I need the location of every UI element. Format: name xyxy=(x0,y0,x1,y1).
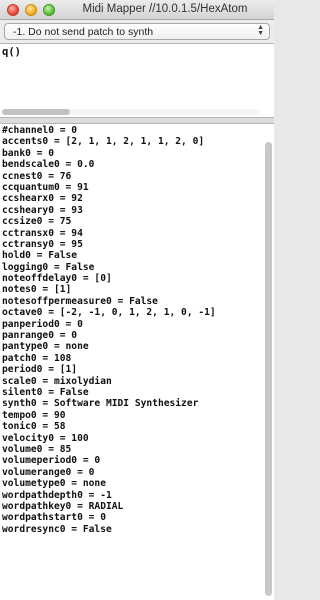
output-line: tonic0 = 58 xyxy=(2,421,66,433)
output-line: hold0 = False xyxy=(2,250,78,262)
output-line: panperiod0 = 0 xyxy=(2,318,83,330)
output-line: scale0 = mixolydian xyxy=(2,375,112,387)
updown-arrows-icon: ▲ ▼ xyxy=(257,24,264,37)
output-line: period0 = [1] xyxy=(2,364,78,376)
command-editor[interactable]: q() xyxy=(0,43,274,118)
output-line: wordpathdepth0 = -1 xyxy=(2,489,112,501)
output-line: logging0 = False xyxy=(2,261,95,273)
output-line: patch0 = 108 xyxy=(2,352,72,364)
dropdown-selected-value: -1. Do not send patch to synth xyxy=(13,26,154,38)
output-line: notesoffpermeasure0 = False xyxy=(2,295,158,307)
minimize-window-button[interactable] xyxy=(25,4,37,16)
output-line: velocity0 = 100 xyxy=(2,432,89,444)
output-line: cctransy0 = 95 xyxy=(2,238,83,250)
output-line: tempo0 = 90 xyxy=(2,409,66,421)
output-pane[interactable]: #channel0 = 0 accents0 = [2, 1, 1, 2, 1, … xyxy=(0,123,274,600)
output-line: silent0 = False xyxy=(2,386,89,398)
output-line: bendscale0 = 0.0 xyxy=(2,159,95,171)
title-bar[interactable]: Midi Mapper //10.0.1.5/HexAtom xyxy=(0,0,274,20)
output-line: ccnest0 = 76 xyxy=(2,170,72,182)
editor-horizontal-scrollbar[interactable] xyxy=(2,109,260,115)
output-line: ccsheary0 = 93 xyxy=(2,204,83,216)
output-line: wordresync0 = False xyxy=(2,523,112,535)
output-line: noteoffdelay0 = [0] xyxy=(2,273,112,285)
output-line: ccquantum0 = 91 xyxy=(2,181,89,193)
output-line: wordpathstart0 = 0 xyxy=(2,512,106,524)
output-line: volumetype0 = none xyxy=(2,478,106,490)
output-line: pantype0 = none xyxy=(2,341,89,353)
output-line: octave0 = [-2, -1, 0, 1, 2, 1, 0, -1] xyxy=(2,307,216,319)
editor-scroll-thumb[interactable] xyxy=(2,109,70,115)
output-line: #channel0 = 0 xyxy=(2,125,78,136)
output-line: bank0 = 0 xyxy=(2,147,54,159)
output-line: accents0 = [2, 1, 1, 2, 1, 1, 2, 0] xyxy=(2,136,205,148)
output-scroll-thumb[interactable] xyxy=(265,142,272,596)
window-title: Midi Mapper //10.0.1.5/HexAtom xyxy=(82,3,248,15)
output-line: wordpathkey0 = RADIAL xyxy=(2,500,124,512)
output-lines: #channel0 = 0 accents0 = [2, 1, 1, 2, 1, … xyxy=(2,125,260,535)
midi-mapper-window: Midi Mapper //10.0.1.5/HexAtom -1. Do no… xyxy=(0,0,274,600)
patch-select-dropdown[interactable]: -1. Do not send patch to synth ▲ ▼ xyxy=(4,23,270,40)
close-window-button[interactable] xyxy=(7,4,19,16)
editor-text[interactable]: q() xyxy=(2,46,21,58)
output-vertical-scrollbar[interactable] xyxy=(265,142,272,596)
output-line: cctransx0 = 94 xyxy=(2,227,83,239)
output-line: volumeperiod0 = 0 xyxy=(2,455,101,467)
output-line: ccsize0 = 75 xyxy=(2,216,72,228)
output-line: notes0 = [1] xyxy=(2,284,72,296)
output-line: volumerange0 = 0 xyxy=(2,466,95,478)
output-line: panrange0 = 0 xyxy=(2,330,78,342)
output-line: synth0 = Software MIDI Synthesizer xyxy=(2,398,199,410)
zoom-window-button[interactable] xyxy=(43,4,55,16)
output-line: volume0 = 85 xyxy=(2,443,72,455)
output-line: ccshearx0 = 92 xyxy=(2,193,83,205)
